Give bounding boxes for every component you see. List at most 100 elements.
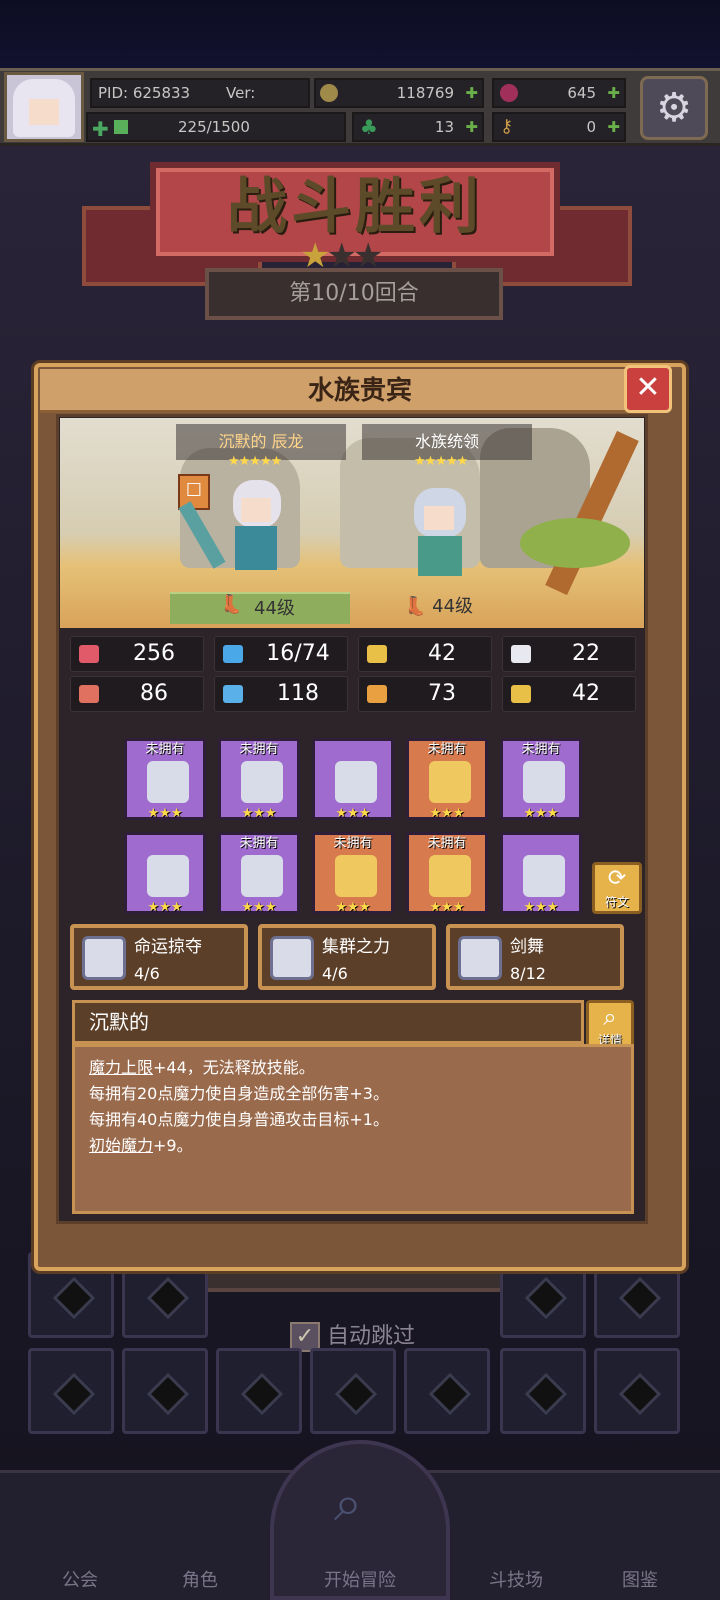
gold-box[interactable]: 118769 ✚ xyxy=(314,78,484,108)
item-stars: ★★★ xyxy=(523,900,559,915)
left-unit-level: 44级 xyxy=(254,598,295,619)
armor-icon xyxy=(241,855,283,897)
mana-cap-link[interactable]: 魔力上限 xyxy=(89,1058,153,1077)
nav-character[interactable]: 角色 xyxy=(140,1566,260,1592)
equipment-slot[interactable]: ★★★ xyxy=(124,832,206,915)
round-counter: 第10/10回合 xyxy=(205,268,503,320)
gold-emblem-icon xyxy=(429,761,471,803)
unowned-label: 未拥有 xyxy=(427,836,467,851)
level-boot-icon: 👢 xyxy=(220,594,243,615)
modal-title: 水族贵宾 xyxy=(307,376,412,406)
stat-fist: 86 xyxy=(70,676,204,712)
horseshoe-icon xyxy=(511,685,531,703)
equipment-slot[interactable]: ★★★ xyxy=(500,832,582,915)
key-box[interactable]: ⚷ 0 ✚ xyxy=(492,112,626,142)
item-stars: ★★★ xyxy=(241,806,277,821)
close-icon[interactable]: ✕ xyxy=(624,365,672,413)
equipment-slot[interactable]: 未拥有 ★★★ xyxy=(218,832,300,915)
scepter-icon xyxy=(335,855,377,897)
rune-refresh-icon: ⟳ xyxy=(607,866,627,891)
sword-icon xyxy=(147,761,189,803)
trait-title: 沉默的 xyxy=(72,1000,584,1044)
initial-mana-link[interactable]: 初始魔力 xyxy=(89,1136,153,1155)
desc-line: +9。 xyxy=(153,1136,193,1155)
item-stars: ★★★ xyxy=(241,900,277,915)
shield-icon xyxy=(367,645,387,663)
equipment-slot[interactable]: 未拥有 ★★★ xyxy=(406,832,488,915)
settings-gear-icon[interactable]: ⚙ xyxy=(640,76,708,140)
nav-arena[interactable]: 斗技场 xyxy=(456,1566,576,1592)
equipment-slot[interactable]: 未拥有 ★★★ xyxy=(500,738,582,821)
gem-value: 645 xyxy=(567,84,596,102)
rune-label: 符文 xyxy=(604,895,629,909)
gold-value: 118769 xyxy=(396,84,454,102)
unowned-label: 未拥有 xyxy=(239,836,279,851)
fist-icon xyxy=(79,685,99,703)
auto-skip-toggle[interactable]: ✓ 自动跳过 xyxy=(290,1318,415,1352)
equipment-slot[interactable]: ★★★ xyxy=(312,738,394,821)
equipment-slot[interactable]: 未拥有 ★★★ xyxy=(124,738,206,821)
nav-start-adventure[interactable]: 开始冒险 xyxy=(300,1566,420,1592)
rune-button[interactable]: ⟳ 符文 xyxy=(592,862,642,914)
player-avatar[interactable] xyxy=(4,72,84,142)
wing-icon xyxy=(511,645,531,663)
necklace-icon xyxy=(335,761,377,803)
reward-slot[interactable] xyxy=(216,1348,302,1434)
clover-icon: ♣ xyxy=(360,115,378,139)
key-icon: ⚷ xyxy=(500,116,514,137)
heart-icon xyxy=(79,645,99,663)
reward-slot[interactable] xyxy=(310,1348,396,1434)
stat-wing: 22 xyxy=(502,636,636,672)
set-bonus-swarm[interactable]: 集群之力 4/6 xyxy=(258,924,436,990)
desc-line: +44，无法释放技能。 xyxy=(153,1058,315,1077)
unowned-label: 未拥有 xyxy=(333,836,373,851)
reward-slot[interactable] xyxy=(500,1348,586,1434)
add-key-icon[interactable]: ✚ xyxy=(607,114,620,140)
stamina-fill xyxy=(114,120,128,134)
key-value: 0 xyxy=(586,118,596,136)
set-count: 4/6 xyxy=(322,964,348,983)
reward-slot[interactable] xyxy=(122,1348,208,1434)
magnifier-icon: ⌕ xyxy=(334,1474,362,1532)
stamina-box[interactable]: ✚ 225/1500 xyxy=(86,112,346,142)
reward-slot[interactable] xyxy=(404,1348,490,1434)
item-stars: ★★★ xyxy=(147,806,183,821)
set-name: 剑舞 xyxy=(510,937,544,957)
nav-guild[interactable]: 公会 xyxy=(20,1566,140,1592)
add-gold-icon[interactable]: ✚ xyxy=(465,80,478,106)
equipment-slot[interactable]: 未拥有 ★★★ xyxy=(312,832,394,915)
set-bonus-fate[interactable]: 命运掠夺 4/6 xyxy=(70,924,248,990)
reward-slot[interactable] xyxy=(28,1348,114,1434)
stat-mana-drop: 16/74 xyxy=(214,636,348,672)
mana-drop-icon xyxy=(223,645,243,663)
stat-value: 22 xyxy=(572,641,600,666)
reward-slot[interactable] xyxy=(594,1348,680,1434)
nav-codex[interactable]: 图鉴 xyxy=(580,1566,700,1592)
left-level-bar: 👢 44级 xyxy=(170,592,350,624)
diamond-icon xyxy=(241,761,283,803)
unowned-label: 未拥有 xyxy=(239,742,279,757)
stat-value: 42 xyxy=(428,641,456,666)
magnifier-icon: ⌕ xyxy=(603,1003,617,1031)
equipment-slot[interactable]: 未拥有 ★★★ xyxy=(218,738,300,821)
left-unit-name: 沉默的 辰龙 xyxy=(218,432,304,451)
add-clover-icon[interactable]: ✚ xyxy=(465,114,478,140)
dragon-unit-sprite[interactable] xyxy=(178,470,295,580)
detail-button[interactable]: ⌕ 详情 xyxy=(586,1000,634,1050)
aqua-leader-sprite[interactable] xyxy=(400,478,480,580)
gem-box[interactable]: 645 ✚ xyxy=(492,78,626,108)
scroll-icon xyxy=(367,685,387,703)
add-gem-icon[interactable]: ✚ xyxy=(607,80,620,106)
stamina-icon: ✚ xyxy=(92,117,109,141)
ring-icon xyxy=(523,761,565,803)
set-bonus-sword-dance[interactable]: 剑舞 8/12 xyxy=(446,924,624,990)
gold-ring-icon xyxy=(429,855,471,897)
right-level: 👢 44级 xyxy=(404,592,473,624)
gold-coin-icon xyxy=(320,84,338,102)
unowned-label: 未拥有 xyxy=(427,742,467,757)
item-stars: ★★★ xyxy=(147,900,183,915)
item-stars: ★★★ xyxy=(335,900,371,915)
equipment-slot[interactable]: 未拥有 ★★★ xyxy=(406,738,488,821)
set-name: 命运掠夺 xyxy=(134,937,202,957)
clover-box[interactable]: ♣ 13 ✚ xyxy=(352,112,484,142)
